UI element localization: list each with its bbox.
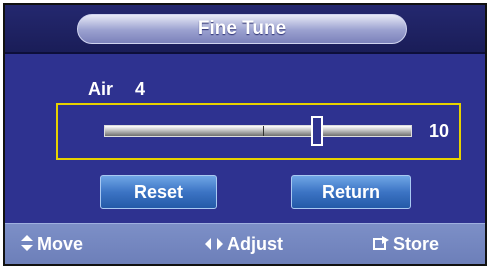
store-icon <box>373 236 389 253</box>
setting-value: 4 <box>135 79 146 99</box>
left-right-arrows-icon <box>205 237 223 253</box>
return-button[interactable]: Return <box>291 175 411 209</box>
slider-focus-box[interactable]: 10 <box>56 103 461 160</box>
move-hint: Move <box>21 234 83 255</box>
store-hint-label: Store <box>393 234 440 254</box>
reset-button[interactable]: Reset <box>100 175 217 209</box>
up-down-arrows-icon <box>21 235 33 254</box>
title-bar: Fine Tune <box>5 5 485 54</box>
adjust-hint: Adjust <box>205 234 283 255</box>
slider-value: 10 <box>429 121 450 141</box>
title-pill: Fine Tune <box>77 14 407 44</box>
setting-label: Air <box>88 79 114 99</box>
fine-tune-dialog: Fine Tune Air 4 10 Reset Return Move Adj… <box>3 3 487 266</box>
slider-center-mark <box>263 126 264 136</box>
slider-thumb[interactable] <box>310 116 323 146</box>
store-hint: Store <box>373 234 439 255</box>
adjust-slider-track[interactable] <box>104 125 412 137</box>
dialog-title: Fine Tune <box>197 18 287 39</box>
footer-hints: Move Adjust Store <box>5 223 485 264</box>
adjust-hint-label: Adjust <box>227 234 283 254</box>
move-hint-label: Move <box>37 234 84 254</box>
